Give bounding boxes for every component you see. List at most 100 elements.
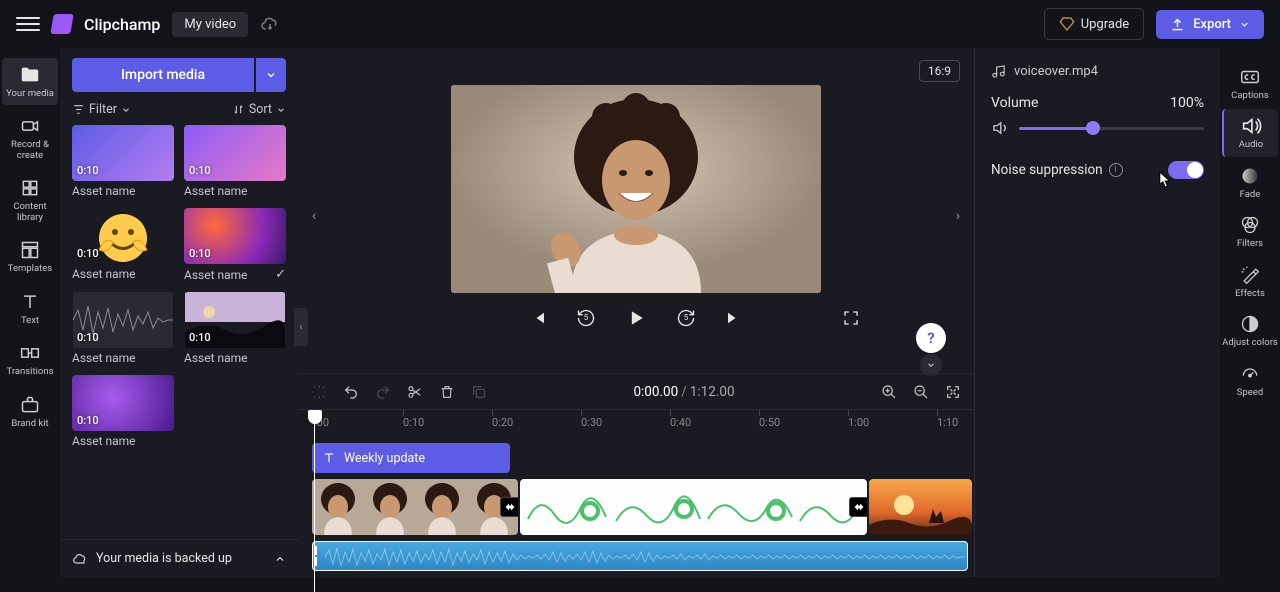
cc-icon: [1239, 66, 1261, 88]
project-name-input[interactable]: My video: [172, 12, 248, 37]
split-button[interactable]: [406, 383, 424, 401]
info-icon[interactable]: i: [1109, 163, 1123, 177]
playhead[interactable]: [308, 410, 322, 424]
folder-icon: [19, 64, 41, 86]
asset-name: Asset name: [72, 434, 136, 448]
redo-button: [374, 383, 392, 401]
collapse-preview-button[interactable]: [920, 354, 942, 376]
volume-slider-thumb[interactable]: [1086, 121, 1100, 135]
clip-filename: voiceover.mp4: [1014, 64, 1098, 79]
rail-adjust-colors[interactable]: Adjust colors: [1222, 307, 1278, 354]
cloud-icon: [72, 551, 88, 567]
zoom-in-button[interactable]: [880, 383, 898, 401]
video-clip-2[interactable]: [520, 479, 867, 535]
media-asset[interactable]: 0:10 Asset name: [72, 208, 174, 282]
timeline-tracks: Weekly update: [298, 437, 974, 577]
audio-clip[interactable]: [312, 541, 968, 571]
transition-badge[interactable]: [500, 497, 518, 517]
rail-content-library[interactable]: Content library: [2, 171, 58, 229]
left-rail: Your media Record & create Content libra…: [0, 48, 60, 577]
sort-button[interactable]: Sort: [232, 102, 286, 117]
clip-handle[interactable]: [315, 546, 323, 566]
backup-status-bar[interactable]: Your media is backed up: [60, 539, 298, 577]
volume-slider[interactable]: [1019, 127, 1204, 130]
noise-suppression-label: Noise suppression: [991, 162, 1103, 178]
rail-label: Fade: [1240, 190, 1261, 200]
upload-icon: [1170, 17, 1185, 32]
cloud-sync-icon[interactable]: [260, 14, 280, 34]
rail-filters[interactable]: Filters: [1222, 208, 1278, 255]
noise-suppression-toggle[interactable]: [1168, 161, 1204, 179]
audio-icon: [1240, 115, 1262, 137]
rail-label: Templates: [8, 264, 52, 274]
rail-label: Speed: [1237, 388, 1263, 398]
asset-duration: 0:10: [189, 247, 211, 260]
app-name: Clipchamp: [84, 15, 160, 34]
rail-brand-kit[interactable]: Brand kit: [2, 388, 58, 435]
filter-button[interactable]: Filter: [72, 102, 131, 117]
forward-5-button[interactable]: 5: [675, 307, 697, 329]
media-asset[interactable]: 0:10Asset name: [72, 375, 174, 448]
filters-icon: [1239, 214, 1261, 236]
import-dropdown-button[interactable]: [256, 58, 286, 92]
menu-button[interactable]: [16, 12, 40, 36]
briefcase-icon: [19, 394, 41, 416]
transition-badge[interactable]: [849, 497, 867, 517]
collapse-media-panel-button[interactable]: ‹: [294, 308, 308, 346]
media-asset[interactable]: 0:10Asset name: [184, 292, 286, 365]
rail-fade[interactable]: Fade: [1222, 159, 1278, 206]
video-clip-1[interactable]: [312, 479, 518, 535]
media-asset[interactable]: 0:10Asset name: [72, 292, 174, 365]
sort-icon: [232, 103, 245, 116]
rail-templates[interactable]: Templates: [2, 233, 58, 280]
chevron-down-icon: [1239, 19, 1250, 30]
media-asset[interactable]: 0:10Asset name: [72, 125, 174, 198]
asset-duration: 0:10: [77, 247, 99, 260]
zoom-fit-button[interactable]: [944, 383, 962, 401]
rail-label: Effects: [1235, 289, 1265, 299]
rail-record-create[interactable]: Record & create: [2, 109, 58, 167]
help-button[interactable]: ?: [916, 323, 946, 353]
text-clip[interactable]: Weekly update: [312, 443, 510, 473]
timecode-display: 0:00.00/1:12.00: [633, 384, 734, 400]
upgrade-button[interactable]: Upgrade: [1044, 8, 1144, 40]
prev-clip-arrow[interactable]: ‹: [304, 206, 324, 226]
library-icon: [19, 177, 41, 199]
aspect-ratio-button[interactable]: 16:9: [919, 60, 960, 82]
rail-transitions[interactable]: Transitions: [2, 336, 58, 383]
asset-name: Asset name: [72, 267, 136, 281]
next-clip-arrow[interactable]: ›: [948, 206, 968, 226]
preview-canvas[interactable]: [451, 85, 821, 293]
asset-name: Asset name: [72, 184, 136, 198]
rewind-5-button[interactable]: 5: [575, 307, 597, 329]
video-clip-3[interactable]: [869, 479, 972, 535]
delete-button[interactable]: [438, 383, 456, 401]
filter-icon: [72, 103, 85, 116]
templates-icon: [19, 239, 41, 261]
media-asset[interactable]: 0:10Asset name: [184, 125, 286, 198]
import-media-button[interactable]: Import media: [72, 58, 254, 92]
rail-text[interactable]: Text: [2, 285, 58, 332]
asset-duration: 0:10: [189, 331, 211, 344]
fullscreen-button[interactable]: [840, 307, 862, 329]
rail-effects[interactable]: Effects: [1222, 258, 1278, 305]
export-button[interactable]: Export: [1156, 10, 1264, 39]
play-button[interactable]: [623, 307, 649, 329]
timeline-ruler[interactable]: :000:100:200:300:400:501:001:10: [298, 409, 974, 437]
rail-audio[interactable]: Audio: [1222, 109, 1278, 156]
rail-speed[interactable]: Speed: [1222, 357, 1278, 404]
rail-label: Audio: [1239, 140, 1263, 150]
camera-icon: [19, 115, 41, 137]
rail-your-media[interactable]: Your media: [2, 58, 58, 105]
skip-end-button[interactable]: [723, 307, 745, 329]
ruler-mark: 1:10: [937, 416, 958, 429]
skip-start-button[interactable]: [527, 307, 549, 329]
speaker-icon[interactable]: [991, 119, 1009, 137]
media-asset[interactable]: 0:10Asset name✓: [184, 208, 286, 282]
zoom-out-button[interactable]: [912, 383, 930, 401]
undo-button[interactable]: [342, 383, 360, 401]
rail-captions[interactable]: Captions: [1222, 60, 1278, 107]
asset-thumbnail: 0:10: [72, 292, 174, 348]
text-clip-label: Weekly update: [344, 451, 425, 466]
preview-image: [451, 85, 821, 293]
